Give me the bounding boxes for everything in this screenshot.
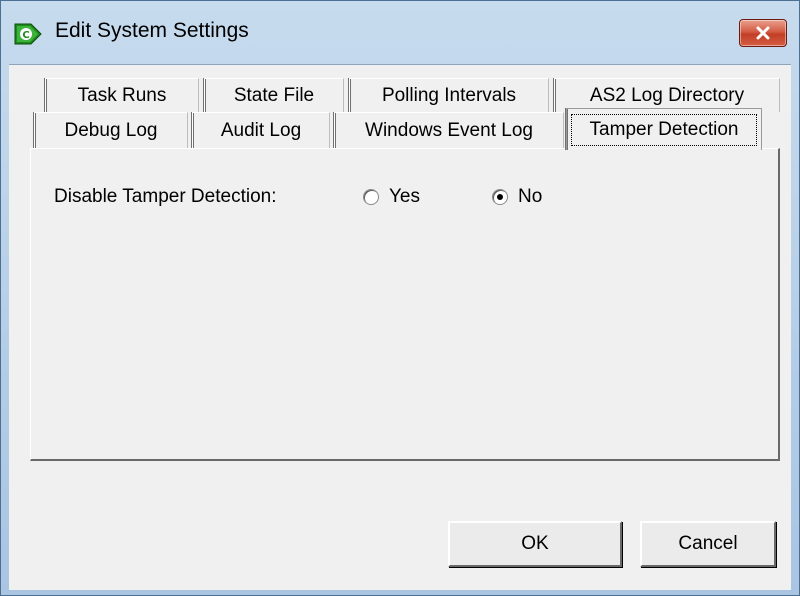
tab-label: Windows Event Log (365, 119, 533, 141)
title-bar[interactable]: C Edit System Settings (1, 1, 800, 65)
tab-focus-rect: Tamper Detection (571, 114, 757, 146)
close-button[interactable] (739, 19, 787, 47)
tab-as2-log-directory[interactable]: AS2 Log Directory (554, 78, 780, 112)
app-icon: C (14, 23, 42, 45)
cancel-button[interactable]: Cancel (640, 521, 776, 567)
window-title: Edit System Settings (55, 19, 249, 42)
radio-circle[interactable] (363, 189, 379, 205)
tab-label: Debug Log (64, 119, 158, 141)
tab-label: State File (233, 84, 315, 106)
radio-yes[interactable]: Yes (363, 186, 420, 208)
tab-audit-log[interactable]: Audit Log (192, 112, 330, 148)
svg-text:C: C (22, 30, 29, 41)
tab-tamper-detection[interactable]: Tamper Detection (566, 108, 762, 150)
radio-label: No (518, 186, 543, 207)
radio-label: Yes (389, 186, 420, 207)
tab-polling-intervals[interactable]: Polling Intervals (349, 78, 549, 112)
tab-label: AS2 Log Directory (589, 84, 745, 106)
button-label: OK (521, 533, 549, 554)
close-icon (756, 26, 770, 40)
disable-tamper-label: Disable Tamper Detection: (54, 186, 277, 207)
button-label: Cancel (678, 533, 738, 554)
tab-windows-event-log[interactable]: Windows Event Log (334, 112, 564, 148)
tab-label: Audit Log (220, 119, 302, 141)
tab-task-runs[interactable]: Task Runs (45, 78, 199, 112)
tab-label: Tamper Detection (589, 119, 739, 140)
radio-circle[interactable] (492, 189, 508, 205)
radio-selected-dot (497, 194, 503, 200)
tab-label: Task Runs (77, 84, 167, 106)
tab-state-file[interactable]: State File (204, 78, 344, 112)
tab-debug-log[interactable]: Debug Log (34, 112, 188, 148)
ok-button[interactable]: OK (448, 521, 622, 567)
tab-label: Polling Intervals (381, 84, 517, 106)
radio-no[interactable]: No (492, 186, 542, 208)
